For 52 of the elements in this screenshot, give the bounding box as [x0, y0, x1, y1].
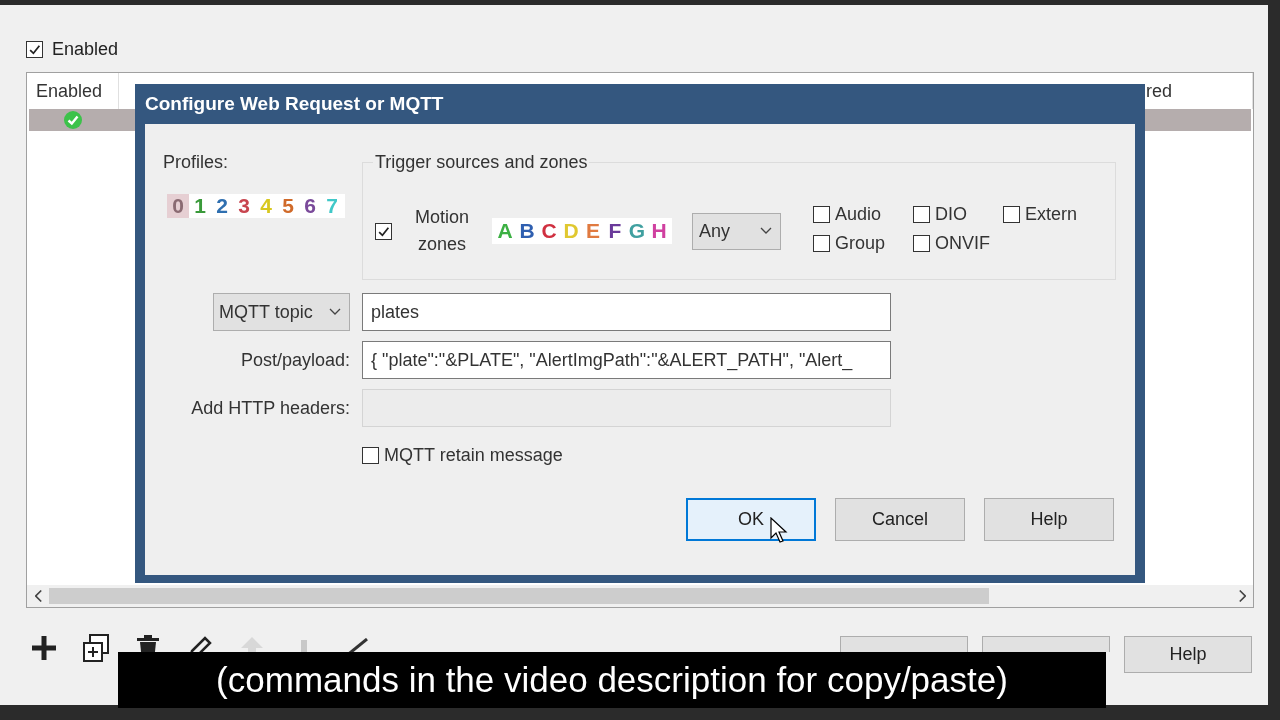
checkbox-label: Enabled — [52, 38, 119, 61]
zone-dropdown[interactable]: Any — [692, 212, 781, 250]
cursor-icon — [770, 517, 788, 543]
type-dropdown[interactable]: MQTT topic — [213, 293, 350, 331]
profile-number[interactable]: 1 — [189, 194, 211, 218]
zone-letter[interactable]: F — [604, 215, 626, 247]
dropdown-value: Any — [699, 219, 731, 243]
profile-number[interactable]: 0 — [167, 194, 189, 218]
chevron-left-icon — [34, 590, 42, 602]
profiles-label: Profiles: — [163, 152, 230, 172]
checkbox[interactable] — [913, 206, 930, 223]
checkbox-label: DIO — [935, 203, 967, 226]
dialog-button[interactable]: OK — [686, 498, 816, 541]
zone-letter[interactable]: H — [648, 215, 670, 247]
field-label: Post/payload: — [239, 348, 351, 372]
checkbox[interactable] — [375, 222, 392, 240]
checkbox-label: Motion zones — [414, 206, 470, 256]
zone-letter[interactable]: C — [538, 215, 560, 247]
checkbox[interactable] — [1003, 206, 1020, 223]
checkbox[interactable] — [26, 41, 43, 58]
checkbox-label: Group — [835, 232, 886, 255]
checkbox[interactable] — [362, 446, 379, 464]
checkbox-label: Audio — [835, 203, 882, 226]
profile-number[interactable]: 3 — [233, 194, 255, 218]
zone-letter[interactable]: B — [516, 215, 538, 247]
chevron-down-icon — [329, 308, 341, 316]
dialog-button[interactable]: Help — [1124, 636, 1252, 673]
group-title: Trigger sources and zones — [373, 152, 590, 172]
dialog-button[interactable]: Help — [984, 498, 1114, 541]
checkbox[interactable] — [813, 235, 830, 252]
field-label: Add HTTP headers: — [190, 396, 351, 420]
profile-number[interactable]: 2 — [211, 194, 233, 218]
profile-number[interactable]: 6 — [299, 194, 321, 218]
input-field[interactable]: { "plate":"&PLATE", "AlertImgPath":"&ALERT_PATH", "Alert_ — [362, 341, 891, 379]
zone-letter[interactable]: G — [626, 215, 648, 247]
plus-icon — [32, 636, 56, 660]
dialog-button[interactable]: Cancel — [835, 498, 965, 541]
checkbox-label: ONVIF — [935, 232, 990, 255]
checkbox-label: Extern — [1025, 203, 1078, 226]
checkbox[interactable] — [913, 235, 930, 252]
copy-icon — [83, 634, 109, 662]
dialog-title: Configure Web Request or MQTT — [145, 91, 444, 116]
profile-number[interactable]: 5 — [277, 194, 299, 218]
chevron-right-icon — [1238, 590, 1246, 602]
video-caption: (commands in the video description for copy/paste) — [118, 652, 1106, 708]
chevron-down-icon — [760, 227, 772, 235]
checkbox[interactable] — [813, 206, 830, 223]
horizontal-scrollbar[interactable] — [27, 585, 1253, 607]
dropdown-value: MQTT topic — [219, 300, 313, 324]
input-field[interactable]: plates — [362, 293, 891, 331]
checkbox-label: MQTT retain message — [384, 443, 563, 467]
scrollbar-thumb[interactable] — [49, 588, 989, 604]
